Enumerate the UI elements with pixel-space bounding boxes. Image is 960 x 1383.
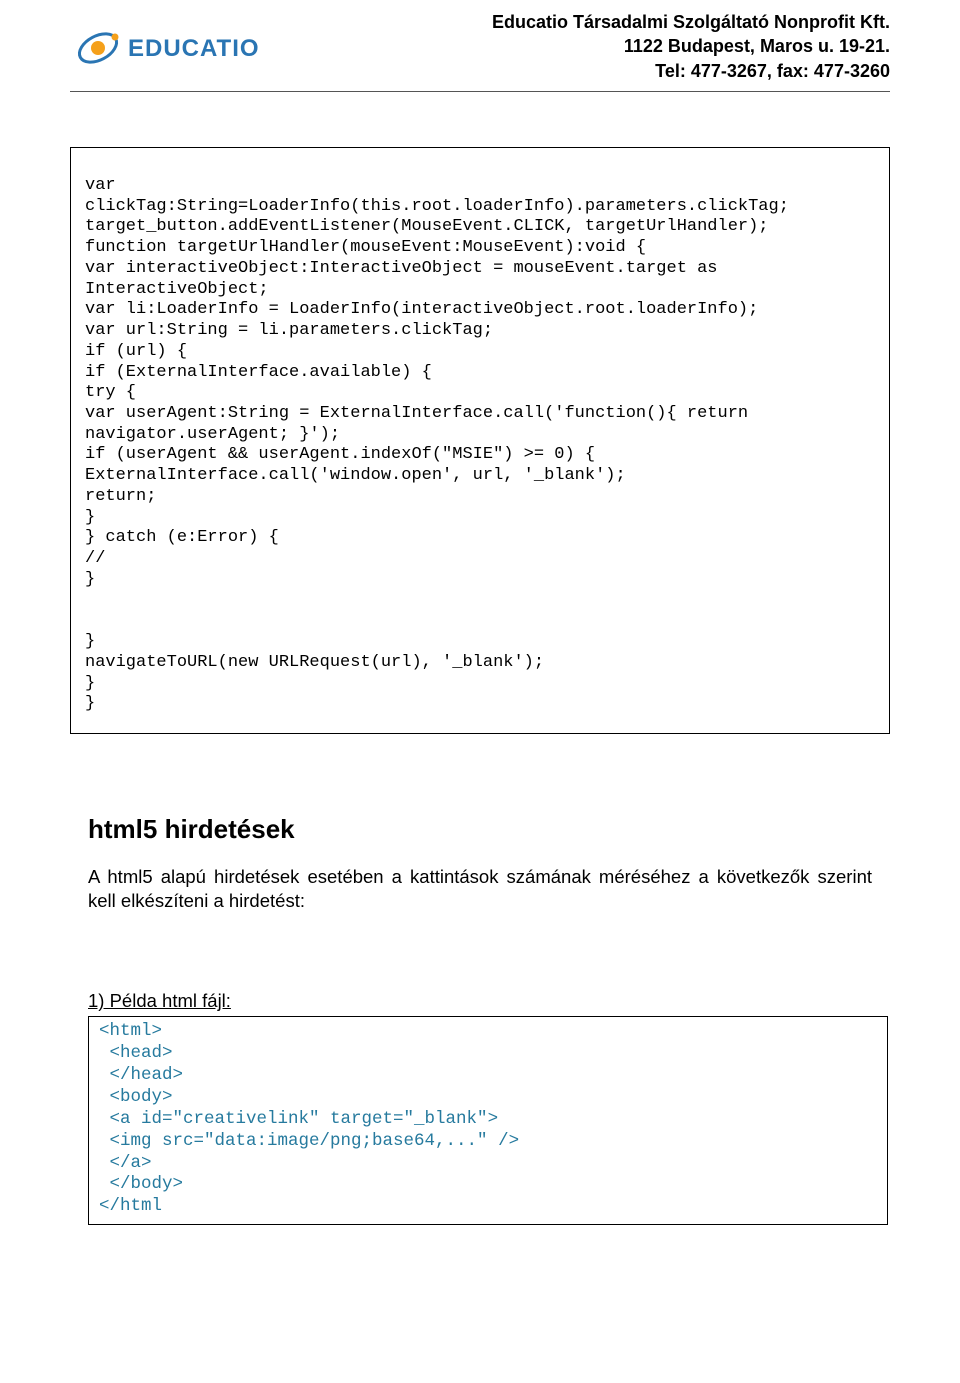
logo: EDUCATIO — [70, 18, 290, 78]
company-info: Educatio Társadalmi Szolgáltató Nonprofi… — [492, 10, 890, 83]
company-name: Educatio Társadalmi Szolgáltató Nonprofi… — [492, 10, 890, 34]
page-header: EDUCATIO Educatio Társadalmi Szolgáltató… — [0, 0, 960, 83]
code-block-html-example: <html> <head> </head> <body> <a id="crea… — [88, 1016, 888, 1225]
example-label: 1) Példa html fájl: — [88, 990, 890, 1012]
section-paragraph: A html5 alapú hirdetések esetében a katt… — [88, 865, 872, 912]
section-title: html5 hirdetések — [88, 814, 890, 845]
company-phone: Tel: 477-3267, fax: 477-3260 — [492, 59, 890, 83]
educatio-logo-icon: EDUCATIO — [70, 18, 290, 78]
svg-text:EDUCATIO: EDUCATIO — [128, 35, 260, 62]
header-divider — [70, 91, 890, 92]
company-address: 1122 Budapest, Maros u. 19-21. — [492, 34, 890, 58]
code-block-actionscript: var clickTag:String=LoaderInfo(this.root… — [70, 147, 890, 734]
page-content: var clickTag:String=LoaderInfo(this.root… — [0, 147, 960, 1265]
